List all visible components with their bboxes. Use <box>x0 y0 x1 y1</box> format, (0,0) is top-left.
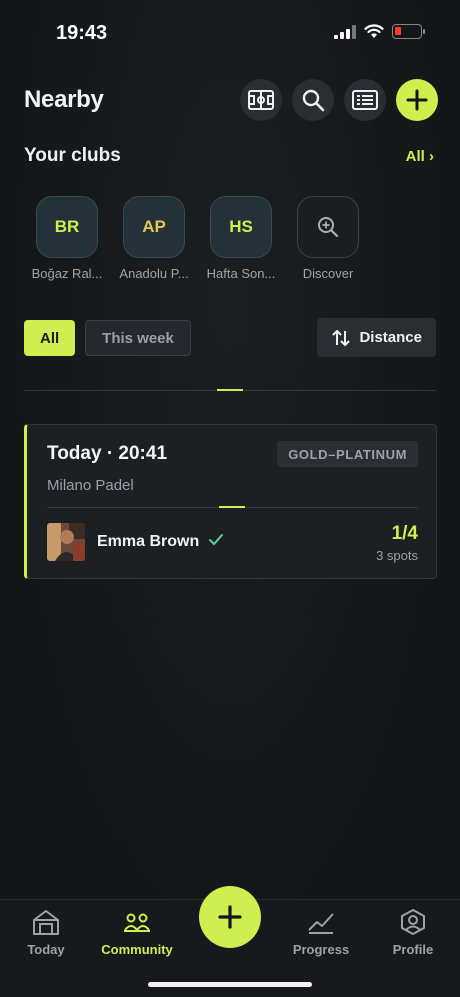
court-icon <box>248 90 274 110</box>
clubs-section-title: Your clubs <box>24 145 121 166</box>
player-name-row: Emma Brown <box>97 533 224 551</box>
nav-community-label: Community <box>101 942 173 957</box>
divider-accent <box>217 389 243 391</box>
spots-label: 3 spots <box>376 548 418 563</box>
create-button[interactable] <box>396 79 438 121</box>
sort-label: Distance <box>359 329 422 346</box>
club-avatar: BR <box>36 196 98 258</box>
club-item[interactable]: BR Boğaz Ral... <box>24 196 110 281</box>
club-name: Boğaz Ral... <box>31 266 103 281</box>
nav-progress-label: Progress <box>292 942 350 957</box>
nav-progress[interactable]: Progress <box>276 908 366 957</box>
sort-distance-button[interactable]: Distance <box>317 318 436 357</box>
app-screen: 19:43 Nearby Your clubs All › BR Boğaz R… <box>0 0 460 997</box>
clubs-list: BR Boğaz Ral... AP Anadolu P... HS Hafta… <box>24 196 371 281</box>
game-venue: Milano Padel <box>47 477 134 494</box>
club-name: Hafta Son... <box>206 266 276 281</box>
filter-all-chip[interactable]: All <box>24 320 76 356</box>
home-indicator <box>148 982 312 987</box>
filter-this-week-chip[interactable]: This week <box>85 320 191 356</box>
player-photo <box>47 523 85 561</box>
nav-community[interactable]: Community <box>92 908 182 957</box>
community-icon <box>124 913 150 932</box>
nav-profile-label: Profile <box>392 942 434 957</box>
game-card[interactable]: Today · 20:41 GOLD–PLATINUM Milano Padel… <box>24 424 437 579</box>
page-title: Nearby <box>24 86 104 113</box>
floating-create-button[interactable] <box>199 886 261 948</box>
all-clubs-link[interactable]: All › <box>406 148 434 165</box>
level-badge: GOLD–PLATINUM <box>277 441 418 467</box>
discover-clubs-item[interactable]: Discover <box>285 196 371 281</box>
check-icon <box>208 534 223 545</box>
player-name: Emma Brown <box>97 533 200 550</box>
wifi-icon <box>364 24 384 38</box>
court-map-button[interactable] <box>240 79 282 121</box>
club-item[interactable]: HS Hafta Son... <box>198 196 284 281</box>
home-icon <box>33 910 59 935</box>
search-icon <box>302 89 325 112</box>
list-view-button[interactable] <box>344 79 386 121</box>
club-avatar: HS <box>210 196 272 258</box>
discover-label: Discover <box>302 266 354 281</box>
nav-today-label: Today <box>27 942 65 957</box>
list-icon <box>352 90 378 110</box>
search-button[interactable] <box>292 79 334 121</box>
filter-chips: All This week <box>24 320 191 356</box>
battery-icon <box>392 24 425 39</box>
club-name: Anadolu P... <box>119 266 189 281</box>
card-divider-accent <box>219 506 245 508</box>
signal-icon <box>334 24 356 39</box>
status-time: 19:43 <box>56 22 108 44</box>
plus-icon <box>406 89 428 111</box>
club-item[interactable]: AP Anadolu P... <box>111 196 197 281</box>
sort-arrows-icon <box>332 329 351 346</box>
zoom-in-icon <box>318 217 339 238</box>
progress-chart-icon <box>308 913 334 934</box>
club-avatar: AP <box>123 196 185 258</box>
nav-profile[interactable]: Profile <box>368 908 458 957</box>
discover-avatar <box>297 196 359 258</box>
game-time: Today · 20:41 <box>47 443 168 464</box>
player-avatar[interactable] <box>47 523 85 561</box>
spots-count: 1/4 <box>391 523 418 544</box>
profile-icon <box>401 909 425 935</box>
status-icons <box>334 24 425 39</box>
header-actions <box>240 79 438 121</box>
plus-icon <box>218 905 242 929</box>
nav-today[interactable]: Today <box>1 908 91 957</box>
